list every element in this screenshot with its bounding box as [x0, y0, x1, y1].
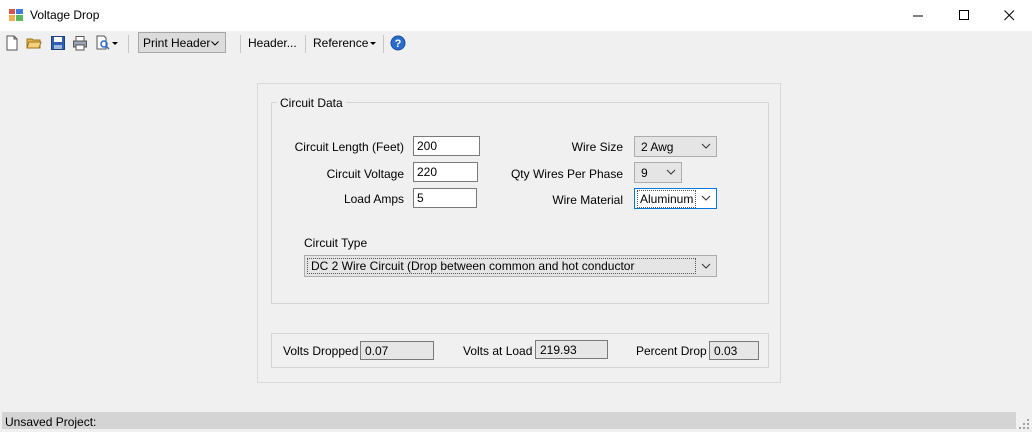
qty-wires-label: Qty Wires Per Phase	[510, 167, 623, 181]
chevron-down-icon	[701, 195, 711, 201]
status-bar: Unsaved Project:	[0, 410, 1032, 432]
print-icon[interactable]	[72, 35, 88, 51]
circuit-data-title: Circuit Data	[277, 96, 346, 110]
open-folder-icon[interactable]	[26, 35, 42, 51]
qty-wires-select[interactable]: 9	[634, 162, 682, 183]
load-amps-label: Load Amps	[343, 192, 404, 206]
status-text: Unsaved Project:	[5, 415, 97, 429]
qty-wires-value: 9	[641, 165, 648, 180]
app-icon	[9, 9, 23, 21]
circuit-length-input[interactable]: 200	[413, 136, 480, 156]
toolbar-separator	[383, 35, 384, 53]
percent-drop-value: 0.03	[709, 341, 759, 360]
volts-at-load-label: Volts at Load	[463, 344, 533, 358]
window-title: Voltage Drop	[30, 8, 100, 22]
circuit-type-select[interactable]: DC 2 Wire Circuit (Drop between common a…	[304, 255, 717, 277]
wire-material-label: Wire Material	[552, 193, 623, 207]
volts-dropped-value: 0.07	[360, 341, 434, 360]
toolbar: Print Header Header... Reference ?	[0, 31, 1032, 57]
toolbar-separator	[305, 35, 306, 53]
print-header-dropdown[interactable]: Print Header	[138, 32, 226, 53]
new-document-icon[interactable]	[4, 35, 20, 51]
circuit-type-value: DC 2 Wire Circuit (Drop between common a…	[307, 258, 696, 274]
svg-text:?: ?	[395, 38, 402, 50]
save-icon[interactable]	[50, 35, 66, 51]
help-icon[interactable]: ?	[390, 35, 406, 51]
print-preview-icon[interactable]	[95, 35, 111, 51]
volts-dropped-label: Volts Dropped	[283, 344, 359, 358]
resize-grip-icon[interactable]	[1018, 418, 1030, 430]
wire-material-value: Aluminum	[637, 189, 697, 208]
chevron-down-icon	[666, 169, 676, 175]
toolbar-separator	[240, 35, 241, 53]
chevron-down-icon	[701, 263, 711, 269]
close-button[interactable]	[986, 0, 1032, 31]
reference-dropdown-icon[interactable]	[370, 42, 377, 46]
print-preview-dropdown-icon[interactable]	[112, 42, 119, 46]
status-panel	[2, 412, 1016, 429]
toolbar-separator	[128, 35, 129, 53]
percent-drop-label: Percent Drop	[636, 344, 707, 358]
maximize-icon	[958, 10, 969, 20]
close-icon	[1003, 10, 1014, 21]
title-bar: Voltage Drop	[0, 0, 1032, 31]
circuit-type-label: Circuit Type	[304, 236, 368, 250]
minimize-button[interactable]	[895, 0, 941, 31]
circuit-voltage-label: Circuit Voltage	[326, 167, 404, 181]
chevron-down-icon	[211, 41, 219, 46]
reference-menu[interactable]: Reference	[313, 36, 368, 50]
minimize-icon	[912, 15, 923, 17]
wire-size-select[interactable]: 2 Awg	[634, 136, 717, 157]
header-button[interactable]: Header...	[248, 36, 297, 50]
wire-size-label: Wire Size	[571, 140, 623, 154]
circuit-voltage-input[interactable]: 220	[413, 162, 478, 182]
circuit-length-label: Circuit Length (Feet)	[294, 140, 404, 154]
chevron-down-icon	[701, 143, 711, 149]
print-header-label: Print Header	[143, 35, 211, 50]
wire-material-select[interactable]: Aluminum	[634, 188, 717, 209]
volts-at-load-value: 219.93	[535, 340, 608, 359]
wire-size-value: 2 Awg	[641, 139, 674, 154]
maximize-button[interactable]	[941, 0, 987, 31]
load-amps-input[interactable]: 5	[413, 188, 477, 208]
